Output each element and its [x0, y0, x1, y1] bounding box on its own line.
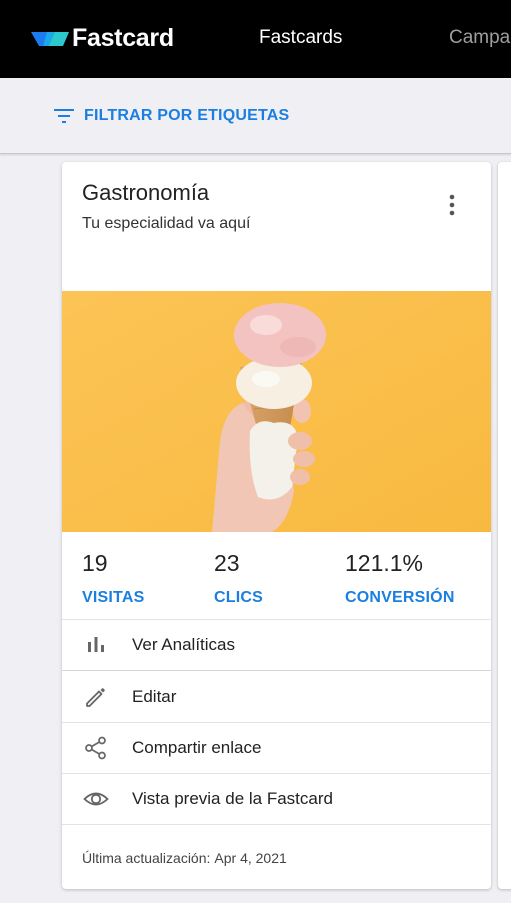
share-icon: [85, 736, 106, 760]
card-title: Gastronomía: [82, 180, 210, 205]
view-analytics-action[interactable]: Ver Analíticas: [62, 620, 491, 671]
stat-clicks-label[interactable]: CLICS: [214, 589, 263, 607]
next-card-edge[interactable]: [498, 162, 511, 889]
stat-visits-label[interactable]: VISITAS: [82, 589, 144, 607]
stat-conversion-value: 121.1%: [345, 550, 424, 576]
eye-icon: [83, 792, 109, 806]
top-navbar: Fastcard Fastcards Campa: [0, 0, 511, 78]
brand-logo[interactable]: Fastcard: [31, 24, 174, 53]
fastcard-logo-icon: [31, 31, 69, 46]
last-updated: Última actualización: Apr 4, 2021: [82, 850, 287, 866]
more-vert-icon[interactable]: [440, 192, 464, 218]
card-image-ice-cream: [62, 291, 491, 532]
preview-fastcard-action[interactable]: Vista previa de la Fastcard: [62, 774, 491, 825]
edit-action[interactable]: Editar: [62, 672, 491, 723]
share-link-action[interactable]: Compartir enlace: [62, 723, 491, 774]
pencil-icon: [86, 688, 105, 707]
view-analytics-label: Ver Analíticas: [132, 635, 236, 654]
share-link-label: Compartir enlace: [132, 738, 262, 757]
stat-visits: 19 VISITAS: [82, 550, 144, 607]
filter-by-tags-button[interactable]: FILTRAR POR ETIQUETAS: [52, 104, 289, 128]
filter-list-icon: [54, 109, 74, 123]
fastcard-card: Gastronomía Tu especialidad va aquí 19 V…: [62, 162, 491, 889]
stat-conversion-label[interactable]: CONVERSIÓN: [345, 589, 455, 607]
nav-campaigns[interactable]: Campa: [449, 27, 510, 49]
stat-clicks: 23 CLICS: [214, 550, 263, 607]
last-updated-value: Apr 4, 2021: [214, 850, 287, 866]
nav-fastcards[interactable]: Fastcards: [259, 27, 342, 49]
card-subtitle: Tu especialidad va aquí: [82, 215, 251, 232]
bar-chart-icon: [88, 637, 104, 652]
last-updated-label: Última actualización:: [82, 850, 211, 866]
filter-by-tags-label: FILTRAR POR ETIQUETAS: [84, 107, 290, 124]
stat-conversion: 121.1% CONVERSIÓN: [345, 550, 455, 607]
filter-bar: FILTRAR POR ETIQUETAS: [0, 78, 511, 154]
edit-label: Editar: [132, 687, 177, 706]
stats-row: 19 VISITAS 23 CLICS 121.1% CONVERSIÓN: [62, 532, 491, 620]
stat-visits-value: 19: [82, 550, 108, 576]
preview-fastcard-label: Vista previa de la Fastcard: [132, 789, 333, 808]
brand-name: Fastcard: [72, 24, 174, 52]
stat-clicks-value: 23: [214, 550, 240, 576]
